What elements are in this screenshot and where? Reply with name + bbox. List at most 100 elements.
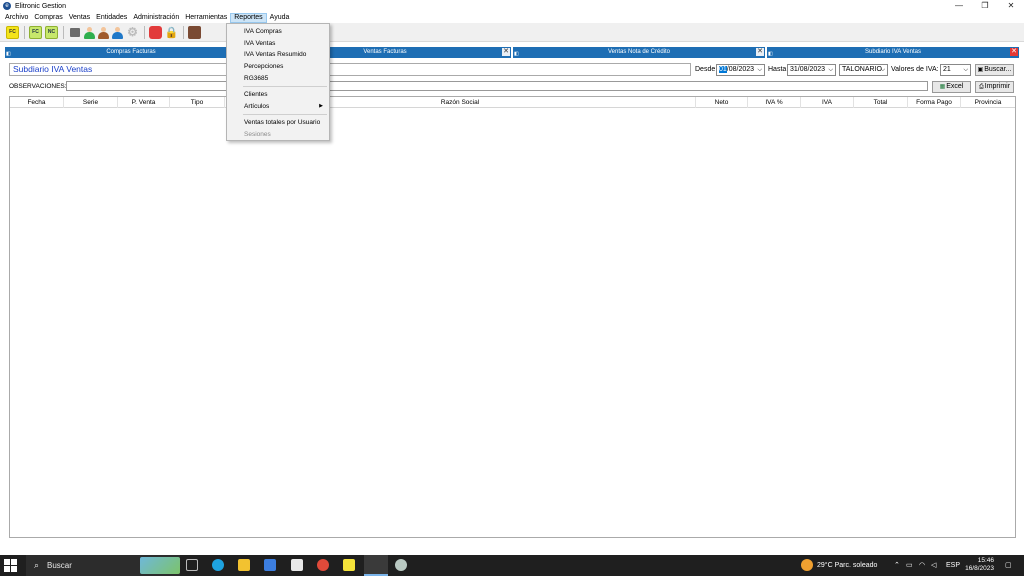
chrome-icon[interactable]	[317, 559, 329, 571]
close-icon[interactable]: ✕	[1010, 48, 1018, 56]
app-icon: e	[3, 2, 11, 10]
menu-administracion[interactable]: Administración	[130, 13, 182, 23]
document-tabs: ◧ Compras Facturas Ventas Facturas ✕ ◧ V…	[5, 47, 1019, 58]
menu-compras[interactable]: Compras	[31, 13, 65, 23]
weather-icon[interactable]	[801, 559, 813, 571]
desde-rest: /08/2023	[726, 66, 755, 73]
col-fecha[interactable]: Fecha	[10, 97, 64, 108]
mail-icon[interactable]	[291, 559, 303, 571]
col-forma-pago[interactable]: Forma Pago	[908, 97, 961, 108]
sticky-notes-icon[interactable]	[343, 559, 355, 571]
menu-item-iva-ventas[interactable]: IVA Ventas	[227, 38, 329, 49]
buscar-label: Buscar...	[984, 66, 1012, 73]
close-window-button[interactable]: ✕	[998, 0, 1024, 12]
window-controls: — ❐ ✕	[946, 0, 1024, 12]
chevron-up-icon[interactable]: ⌃	[894, 561, 900, 569]
volume-icon[interactable]: ◁	[931, 561, 936, 569]
task-view-icon[interactable]	[186, 559, 198, 571]
lock-icon[interactable]: 🔒	[165, 26, 179, 39]
menu-reportes[interactable]: Reportes	[230, 12, 267, 23]
grid-header: Fecha Serie P. Venta Tipo Razón Social N…	[10, 97, 1015, 108]
chevron-down-icon: ⌵	[828, 67, 833, 73]
valores-iva-select[interactable]: 21 ⌵	[940, 64, 971, 76]
menu-ventas[interactable]: Ventas	[66, 13, 93, 23]
reportes-dropdown-menu: IVA Compras IVA Ventas IVA Ventas Resumi…	[226, 23, 330, 141]
toolbar: FC FC NC ⚙ 🔒	[0, 23, 1024, 42]
title-bar: e Elitronic Gestion — ❐ ✕	[0, 0, 1024, 12]
col-neto[interactable]: Neto	[696, 97, 748, 108]
edge-icon[interactable]	[212, 559, 224, 571]
desde-date-picker[interactable]: 01/08/2023 ⌵	[716, 64, 765, 76]
book-icon[interactable]	[68, 26, 81, 39]
minimize-button[interactable]: —	[946, 0, 972, 12]
provider-brown-icon[interactable]	[98, 26, 109, 39]
notifications-icon[interactable]: ▢	[1005, 561, 1012, 569]
submenu-arrow-icon: ▶	[319, 103, 323, 109]
desde-label: Desde	[695, 66, 716, 73]
menu-item-sesiones: Sesiones	[244, 131, 271, 138]
menu-item-iva-compras[interactable]: IVA Compras	[227, 26, 329, 37]
col-iva[interactable]: IVA	[801, 97, 854, 108]
factura-compra-button[interactable]: FC	[6, 25, 19, 39]
close-icon[interactable]: ✕	[756, 48, 764, 56]
calculator-icon[interactable]	[188, 25, 201, 39]
tab-label: Ventas Nota de Crédito	[607, 49, 671, 55]
menu-entidades[interactable]: Entidades	[93, 13, 130, 23]
chevron-down-icon: ⌵	[880, 67, 885, 73]
tab-pin-icon: ◧	[768, 51, 773, 57]
nota-credito-button[interactable]: NC	[45, 25, 58, 39]
excel-icon: ▦	[939, 84, 946, 90]
tab-ventas-nota-credito[interactable]: ◧ Ventas Nota de Crédito ✕	[513, 47, 765, 58]
buscar-button[interactable]: ▣Buscar...	[975, 64, 1014, 76]
client-green-icon[interactable]	[84, 26, 95, 39]
hasta-label: Hasta	[768, 66, 787, 73]
toolbar-separator	[183, 25, 184, 39]
language-indicator[interactable]: ESP	[946, 562, 960, 569]
tab-label: Compras Facturas	[106, 49, 156, 55]
menu-ayuda[interactable]: Ayuda	[267, 13, 293, 23]
gear-icon[interactable]: ⚙	[126, 25, 139, 39]
power-icon[interactable]	[149, 25, 162, 39]
col-provincia[interactable]: Provincia	[961, 97, 1015, 108]
elitronic-taskbar-icon[interactable]	[364, 555, 388, 576]
observaciones-input[interactable]	[66, 81, 928, 91]
talonario-select[interactable]: TALONARIO ⌵	[839, 64, 888, 76]
excel-button[interactable]: ▦Excel	[932, 81, 971, 93]
windows-start-icon[interactable]	[4, 559, 17, 572]
col-p-venta[interactable]: P. Venta	[118, 97, 170, 108]
toolbar-separator	[144, 25, 145, 39]
menu-item-ventas-por-usuario[interactable]: Ventas totales por Usuario	[227, 117, 329, 128]
menu-item-percepciones[interactable]: Percepciones	[227, 61, 329, 72]
menu-item-rg3685[interactable]: RG3685	[227, 73, 329, 84]
taskbar-clock[interactable]: 15:46 16/8/2023	[965, 557, 994, 573]
menu-herramientas[interactable]: Herramientas	[182, 13, 230, 23]
wifi-icon[interactable]: ◠	[919, 561, 925, 569]
hasta-date-picker[interactable]: 31/08/2023 ⌵	[787, 64, 836, 76]
user-blue-icon[interactable]	[112, 26, 123, 39]
tab-pin-icon: ◧	[514, 51, 519, 57]
weather-text[interactable]: 29°C Parc. soleado	[817, 562, 877, 569]
tab-compras-facturas[interactable]: ◧ Compras Facturas	[5, 47, 257, 58]
menu-item-clientes[interactable]: Clientes	[227, 89, 329, 100]
close-icon[interactable]: ✕	[502, 48, 510, 56]
store-icon[interactable]	[264, 559, 276, 571]
col-serie[interactable]: Serie	[64, 97, 118, 108]
col-total[interactable]: Total	[854, 97, 908, 108]
search-highlight-icon	[140, 557, 180, 574]
imprimir-button[interactable]: ⎙Imprimir	[975, 81, 1014, 93]
menu-item-iva-ventas-resumido[interactable]: IVA Ventas Resumido	[227, 49, 329, 60]
data-grid[interactable]: Fecha Serie P. Venta Tipo Razón Social N…	[9, 96, 1016, 538]
factura-venta-button[interactable]: FC	[29, 25, 42, 39]
menu-archivo[interactable]: Archivo	[2, 13, 31, 23]
col-iva-pct[interactable]: IVA %	[748, 97, 801, 108]
restore-button[interactable]: ❐	[972, 0, 998, 12]
file-explorer-icon[interactable]	[238, 559, 250, 571]
clock-date: 16/8/2023	[965, 565, 994, 572]
menu-item-articulos[interactable]: Artículos ▶	[227, 101, 329, 112]
binoculars-icon: ▣	[977, 67, 984, 73]
tab-subdiario-iva-ventas[interactable]: ◧ Subdiario IVA Ventas ✕	[767, 47, 1019, 58]
app-taskbar-icon[interactable]	[395, 559, 407, 571]
talonario-value: TALONARIO	[842, 66, 882, 73]
col-tipo[interactable]: Tipo	[170, 97, 225, 108]
network-icon[interactable]: ▭	[906, 561, 913, 569]
